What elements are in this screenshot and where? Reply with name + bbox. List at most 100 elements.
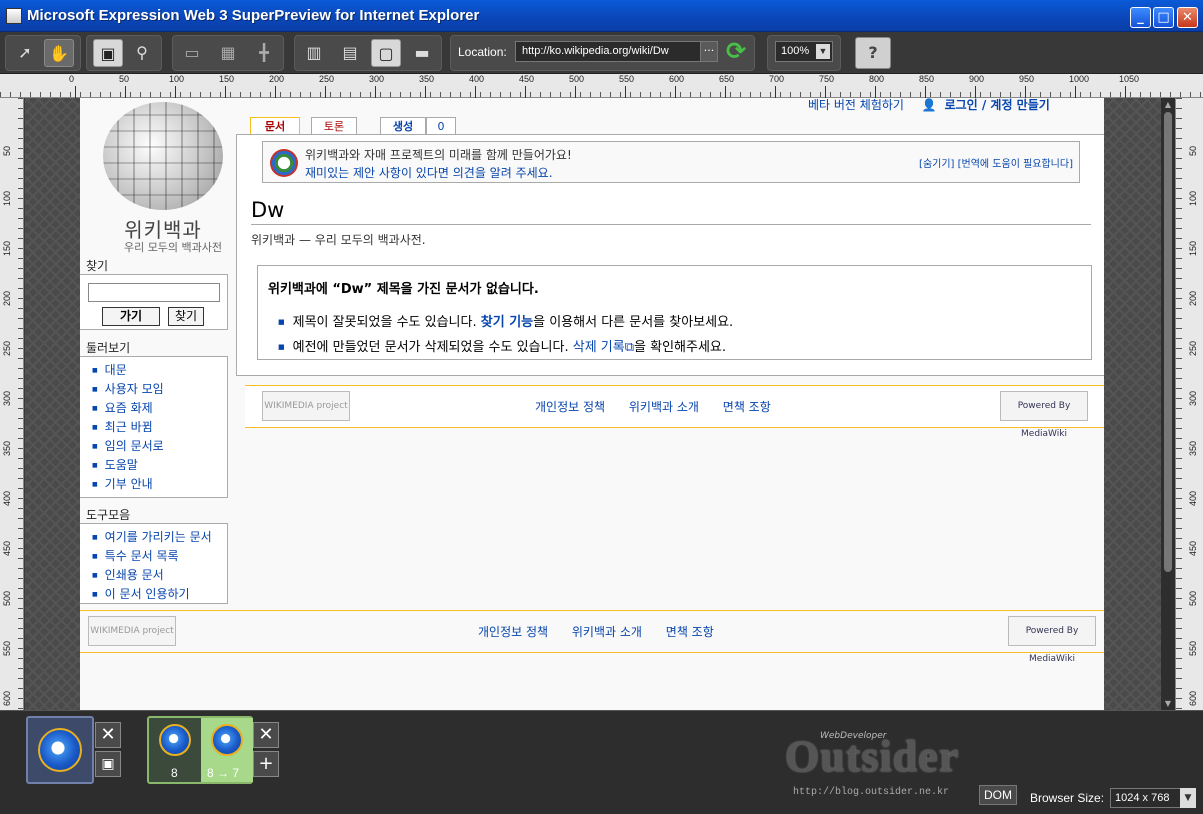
search-portlet: 가기 찾기 (80, 274, 228, 330)
sidebar-link[interactable]: 최근 바뀜 (92, 418, 227, 437)
scroll-up-icon[interactable]: ▲ (1163, 100, 1173, 109)
toolbox-portlet: 여기를 가리키는 문서특수 문서 목록인쇄용 문서이 문서 인용하기 (80, 523, 228, 604)
help-button[interactable]: ? (855, 37, 891, 69)
ie-version: 8 (171, 766, 178, 780)
sidebar-link[interactable]: 사용자 모임 (92, 380, 227, 399)
disclaimer-link[interactable]: 면책 조항 (723, 400, 771, 414)
beta-link[interactable]: 베타 버전 체험하기 (808, 98, 904, 112)
ruler-tick-label: 550 (619, 74, 635, 84)
refresh-icon[interactable]: ⟳ (722, 38, 750, 66)
ruler-tick (325, 86, 326, 98)
footer-links: 개인정보 정책 위키백과 소개 면책 조항 (535, 398, 791, 415)
sidebar-link[interactable]: 이 문서 인용하기 (92, 585, 227, 604)
chevron-down-icon[interactable]: ▼ (816, 44, 830, 59)
ruler-tick-label: 1000 (1069, 74, 1090, 84)
ruler-tick-label: 150 (2, 240, 12, 256)
sidebar-link[interactable]: 도움말 (92, 456, 227, 475)
pointer-tool-icon[interactable]: ➚ (10, 39, 40, 67)
sidebar-link[interactable]: 임의 문서로 (92, 437, 227, 456)
footer-bottom: WIKIMEDIA project 개인정보 정책 위키백과 소개 면책 조항 … (80, 610, 1104, 664)
sidebar-link[interactable]: 대문 (92, 361, 227, 380)
dom-button[interactable]: DOM (979, 785, 1017, 805)
wikimedia-logo[interactable]: WIKIMEDIA project (262, 391, 350, 421)
toolbox-list: 여기를 가리키는 문서특수 문서 목록인쇄용 문서이 문서 인용하기 (92, 528, 227, 604)
ruler-tick-label: 400 (2, 490, 12, 506)
ruler-icon[interactable]: ▭ (177, 39, 207, 67)
sidebar-link[interactable]: 특수 문서 목록 (92, 547, 227, 566)
ruler-tick (525, 86, 526, 98)
chevron-down-icon[interactable]: ▼ (1180, 788, 1196, 808)
login-link[interactable]: 로그인 / 계정 만들기 (945, 98, 1050, 112)
ruler-tick-label: 550 (2, 640, 12, 656)
sidebar-link[interactable]: 여기를 가리키는 문서 (92, 528, 227, 547)
side-by-side-horizontal-icon[interactable]: ▤ (335, 39, 365, 67)
ruler-tick-label: 100 (2, 190, 12, 206)
sidebar-link[interactable]: 기부 안내 (92, 475, 227, 494)
dom-highlight-icon[interactable]: ▣ (93, 39, 123, 67)
ruler-tick (425, 86, 426, 98)
about-link[interactable]: 위키백과 소개 (629, 400, 699, 414)
side-by-side-vertical-icon[interactable]: ▥ (299, 39, 329, 67)
baseline-browser[interactable] (26, 716, 94, 784)
search-input[interactable] (88, 283, 220, 302)
pan-tool-icon[interactable]: ✋ (44, 39, 74, 67)
location-input[interactable]: http://ko.wikipedia.org/wiki/Dw (515, 41, 703, 62)
ruler-tick-label: 50 (119, 74, 130, 84)
mediawiki-logo[interactable]: Powered By MediaWiki (1008, 616, 1096, 664)
search-feature-link[interactable]: 찾기 기능 (481, 315, 533, 330)
mediawiki-logo[interactable]: Powered By MediaWiki (1000, 391, 1088, 439)
ruler-tick (675, 86, 676, 98)
scrollbar-thumb[interactable] (1164, 112, 1172, 572)
disclaimer-link[interactable]: 면책 조항 (666, 625, 714, 639)
ruler-tick-label: 800 (869, 74, 885, 84)
close-baseline-icon[interactable]: ✕ (95, 722, 121, 748)
info-pin-icon[interactable]: ⚲ (127, 39, 157, 67)
about-link[interactable]: 위키백과 소개 (572, 625, 642, 639)
ruler-tick (475, 86, 476, 98)
comparison-browser[interactable]: 8 8 → 7 (147, 716, 253, 784)
content-area: 위키백과와 자매 프로젝트의 미래를 함께 만들어가요! 재미있는 제안 사항이… (236, 134, 1104, 376)
ruler-tick (825, 86, 826, 98)
privacy-link[interactable]: 개인정보 정책 (478, 625, 548, 639)
maximize-button[interactable]: □ (1153, 7, 1174, 28)
title-bar: Microsoft Expression Web 3 SuperPreview … (0, 0, 1203, 32)
grid-icon[interactable]: ▦ (213, 39, 243, 67)
scroll-down-icon[interactable]: ▼ (1163, 699, 1173, 708)
overlay-view-icon[interactable]: ▬ (407, 39, 437, 67)
guides-icon[interactable]: ╋ (249, 39, 279, 67)
vertical-scrollbar[interactable]: ▲ ▼ (1161, 98, 1175, 710)
browser-size-select[interactable]: 1024 x 768 (1110, 788, 1184, 808)
wikimedia-logo[interactable]: WIKIMEDIA project (88, 616, 176, 646)
single-view-icon[interactable]: ▢ (371, 39, 401, 67)
wikipedia-logo[interactable]: 위키백과 우리 모두의 백과사전 (98, 102, 228, 254)
deletion-log-link[interactable]: 삭제 기록 (573, 340, 625, 355)
sidebar-link[interactable]: 인쇄용 문서 (92, 566, 227, 585)
ruler-tick-label: 750 (819, 74, 835, 84)
toolbox-title: 도구모음 (86, 508, 131, 522)
ruler-tick (1075, 86, 1076, 98)
add-browser-icon[interactable]: + (253, 751, 279, 777)
location-browse-button[interactable]: ··· (700, 41, 718, 62)
minimize-button[interactable]: _ (1130, 7, 1151, 28)
ruler-tick-label: 200 (269, 74, 285, 84)
go-button[interactable]: 가기 (102, 307, 160, 326)
zoom-value: 100% (781, 45, 810, 57)
sidebar-link[interactable]: 요즘 화제 (92, 399, 227, 418)
site-notice: 위키백과와 자매 프로젝트의 미래를 함께 만들어가요! 재미있는 제안 사항이… (262, 141, 1080, 183)
notice-hide-link[interactable]: [숨기기] [번역에 도움이 필요합니다] (919, 155, 1073, 170)
selected-mode[interactable]: 8 → 7 (201, 718, 253, 782)
ruler-tick (75, 86, 76, 98)
page-tagline: 위키백과 — 우리 모두의 백과사전. (251, 233, 426, 247)
close-button[interactable]: ✕ (1177, 7, 1198, 28)
ruler-tick-label: 200 (1188, 290, 1198, 306)
copy-baseline-icon[interactable]: ▣ (95, 751, 121, 777)
search-button[interactable]: 찾기 (168, 307, 204, 326)
privacy-link[interactable]: 개인정보 정책 (535, 400, 605, 414)
notice-line-2[interactable]: 재미있는 제안 사항이 있다면 의견을 알려 주세요. (305, 164, 553, 181)
notice-line-1: 위키백과와 자매 프로젝트의 미래를 함께 만들어가요! (305, 148, 572, 162)
ruler-tick-label: 300 (2, 390, 12, 406)
close-comparison-icon[interactable]: ✕ (253, 722, 279, 748)
ruler-tick (775, 86, 776, 98)
location-label: Location: (458, 45, 507, 59)
zoom-select[interactable]: 100% ▼ (775, 41, 833, 62)
